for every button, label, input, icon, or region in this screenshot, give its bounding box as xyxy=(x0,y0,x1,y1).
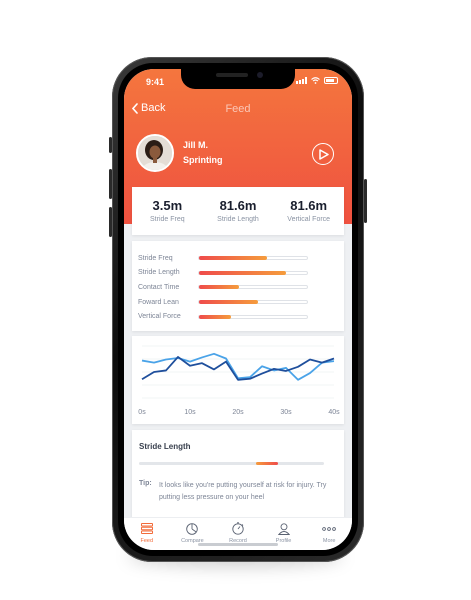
metric-row: Foward Lean xyxy=(132,295,344,310)
line-chart-card: 0s 10s 20s 30s 40s xyxy=(132,336,344,424)
stage: 9:41 Back Feed Jill M. Sprinting 3.5m St… xyxy=(0,0,471,600)
record-icon xyxy=(232,522,244,535)
metric-track xyxy=(198,314,308,319)
x-tick-label: 0s xyxy=(138,409,146,416)
x-tick-label: 30s xyxy=(280,409,292,416)
metric-label: Stride Length xyxy=(138,269,180,277)
metric-track xyxy=(198,300,308,305)
x-tick-label: 10s xyxy=(184,409,196,416)
x-tick-label: 40s xyxy=(328,409,340,416)
signal-icon xyxy=(296,77,307,84)
metric-fill xyxy=(199,314,232,319)
status-time: 9:41 xyxy=(146,77,165,87)
stride-length-track xyxy=(139,462,324,465)
user-activity: Sprinting xyxy=(183,155,223,165)
wifi-icon xyxy=(311,77,320,84)
metric-track xyxy=(198,285,308,290)
volume-up-button xyxy=(109,169,112,199)
stat-vertical-force: 81.6m Vertical Force xyxy=(273,187,344,235)
speaker xyxy=(216,73,248,77)
stride-length-range xyxy=(255,462,278,465)
tab-label: More xyxy=(322,538,336,544)
battery-icon xyxy=(324,77,338,84)
metric-row: Stride Length xyxy=(132,266,344,281)
stride-length-title: Stride Length xyxy=(139,442,191,451)
user-name: Jill M. xyxy=(183,140,209,150)
metric-label: Foward Lean xyxy=(138,298,179,306)
metric-fill xyxy=(199,300,259,305)
stat-stride-length: 81.6m Stride Length xyxy=(203,187,274,235)
phone-frame: 9:41 Back Feed Jill M. Sprinting 3.5m St… xyxy=(109,57,367,562)
user-photo xyxy=(138,136,172,170)
metric-row: Stride Freq xyxy=(132,251,344,266)
camera xyxy=(257,72,263,78)
stat-label: Stride Freq xyxy=(150,216,185,223)
metric-track xyxy=(198,270,308,275)
play-icon xyxy=(319,148,329,160)
metric-fill xyxy=(199,285,239,290)
series-line-1 xyxy=(141,352,335,381)
metric-row: Vertical Force xyxy=(132,309,344,324)
tip-text: It looks like you're putting yourself at… xyxy=(159,482,327,501)
status-icons xyxy=(296,77,338,84)
metric-label: Contact Time xyxy=(138,283,180,291)
volume-down-button xyxy=(109,207,112,237)
mute-switch xyxy=(109,137,112,153)
stat-value: 81.6m xyxy=(219,198,257,213)
nav-title: Feed xyxy=(225,103,251,115)
tab-feed[interactable]: Feed xyxy=(124,518,170,550)
notch xyxy=(181,69,295,89)
stat-value: 81.6m xyxy=(290,198,328,213)
screen: 9:41 Back Feed Jill M. Sprinting 3.5m St… xyxy=(124,69,352,550)
feed-icon xyxy=(140,523,153,534)
stat-stride-freq: 3.5m Stride Freq xyxy=(132,187,203,235)
metric-track xyxy=(198,256,308,261)
tip-label: Tip: xyxy=(139,480,152,487)
play-button[interactable] xyxy=(312,143,334,165)
stat-value: 3.5m xyxy=(152,198,183,213)
home-indicator xyxy=(198,543,278,546)
metric-fill xyxy=(199,270,287,275)
tab-label: Feed xyxy=(140,538,154,544)
profile-icon xyxy=(277,522,290,535)
metric-label: Vertical Force xyxy=(138,313,181,321)
power-button xyxy=(364,179,367,223)
line-chart: 0s 10s 20s 30s 40s xyxy=(138,345,340,416)
more-icon xyxy=(322,526,337,531)
metric-row: Contact Time xyxy=(132,280,344,295)
metric-label: Stride Freq xyxy=(138,254,173,262)
compare-icon xyxy=(186,522,199,535)
stat-label: Vertical Force xyxy=(287,216,331,223)
metrics-card: Stride Freq Stride Length Contact Time F… xyxy=(132,241,344,331)
tab-more[interactable]: More xyxy=(306,518,352,550)
stat-label: Stride Length xyxy=(217,216,259,223)
x-tick-label: 20s xyxy=(232,409,244,416)
metric-fill xyxy=(199,256,268,261)
stats-card: 3.5m Stride Freq 81.6m Stride Length 81.… xyxy=(132,187,344,235)
avatar[interactable] xyxy=(136,134,174,172)
stride-length-card: Stride Length Tip: It looks like you're … xyxy=(132,430,344,518)
